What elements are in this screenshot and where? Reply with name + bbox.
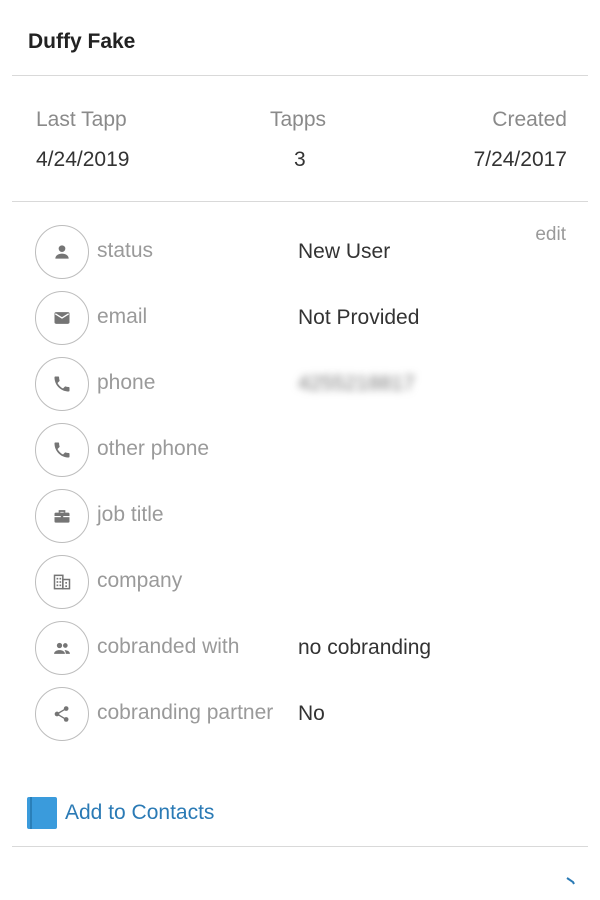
mail-icon xyxy=(35,291,89,345)
stat-created-label: Created xyxy=(492,108,567,131)
field-row-cobranding-partner: cobranding partner No xyxy=(0,687,600,743)
field-row-status: status New User xyxy=(0,225,600,281)
stat-last-tapp-value: 4/24/2019 xyxy=(36,148,130,171)
share-icon xyxy=(35,687,89,741)
header-divider xyxy=(12,75,588,76)
field-value-email: Not Provided xyxy=(298,306,420,329)
person-icon xyxy=(35,225,89,279)
field-value-cobranding-partner: No xyxy=(298,702,325,725)
field-label-phone: phone xyxy=(97,371,156,394)
field-label-cobranding-partner: cobranding partner xyxy=(97,701,274,724)
field-row-job-title: job title xyxy=(0,489,600,545)
stats-divider xyxy=(12,201,588,202)
field-label-email: email xyxy=(97,305,148,328)
stats-bar: Last Tapp 4/24/2019 Tapps 3 Created 7/24… xyxy=(0,100,600,190)
stat-created-value: 7/24/2017 xyxy=(473,148,567,171)
field-value-cobranded-with: no cobranding xyxy=(298,636,432,659)
field-row-phone: phone 4255218817 xyxy=(0,357,600,413)
add-to-contacts-label: Add to Contacts xyxy=(65,801,215,824)
phone-icon xyxy=(35,357,89,411)
field-row-email: email Not Provided xyxy=(0,291,600,347)
field-row-other-phone: other phone xyxy=(0,423,600,479)
field-row-cobranded-with: cobranded with no cobranding xyxy=(0,621,600,677)
corner-arrow-icon xyxy=(566,877,575,885)
building-icon xyxy=(35,555,89,609)
group-icon xyxy=(35,621,89,675)
field-label-cobranded-with: cobranded with xyxy=(97,635,240,658)
field-value-status: New User xyxy=(298,240,391,263)
contact-header: Duffy Fake xyxy=(0,0,600,76)
field-label-other-phone: other phone xyxy=(97,437,210,460)
stat-tapps-value: 3 xyxy=(294,148,306,171)
stat-tapps-label: Tapps xyxy=(270,108,327,131)
phone-icon xyxy=(35,423,89,477)
add-to-contacts-button[interactable]: Add to Contacts xyxy=(27,796,214,830)
field-value-phone: 4255218817 xyxy=(298,372,415,395)
field-label-status: status xyxy=(97,239,154,262)
field-row-company: company xyxy=(0,555,600,611)
field-label-company: company xyxy=(97,569,183,592)
briefcase-icon xyxy=(35,489,89,543)
footer-divider xyxy=(12,846,588,847)
contacts-book-icon xyxy=(27,797,57,829)
field-label-job-title: job title xyxy=(97,503,164,526)
contact-name: Duffy Fake xyxy=(28,30,136,53)
stat-last-tapp-label: Last Tapp xyxy=(36,108,127,131)
